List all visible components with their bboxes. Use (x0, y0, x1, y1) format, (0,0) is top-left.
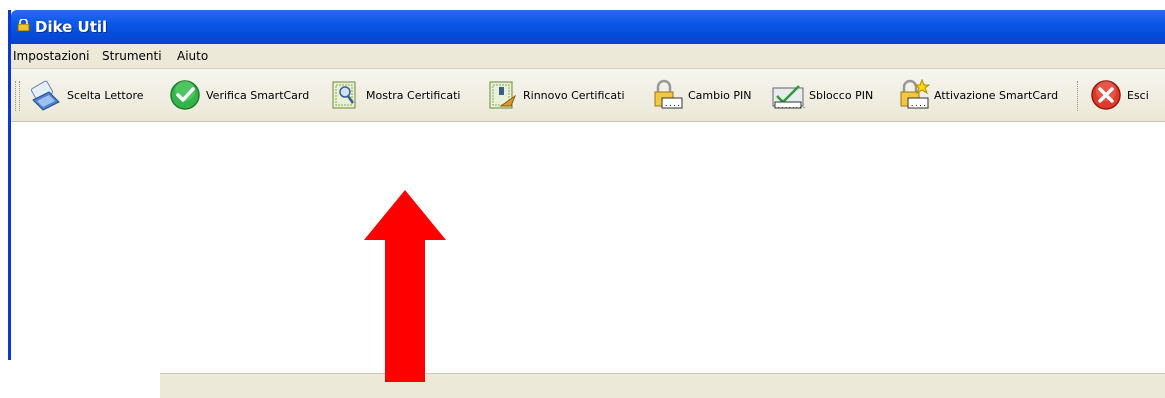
svg-text:.........: ......... (777, 103, 805, 110)
sblocco-pin-label: Sblocco PIN (809, 88, 874, 102)
window-title: Dike Util (35, 18, 108, 36)
attivazione-smartcard-button[interactable]: .... Attivazione SmartCard (896, 77, 1058, 113)
rinnovo-certificati-label: Rinnovo Certificati (523, 88, 625, 102)
pin-activate-icon: .... (900, 78, 930, 109)
pin-lock-icon: .... (654, 79, 683, 109)
menu-impostazioni[interactable]: Impostazioni (13, 49, 89, 63)
esci-button[interactable]: Esci (1089, 77, 1149, 113)
scelta-lettore-label: Scelta Lettore (67, 88, 144, 102)
esci-label: Esci (1127, 88, 1149, 102)
rinnovo-certificati-button[interactable]: Rinnovo Certificati (485, 77, 625, 113)
main-content-area (11, 122, 1165, 360)
menu-bar: Impostazioni Strumenti Aiuto (11, 44, 1165, 69)
status-bar (160, 373, 1165, 398)
exit-icon (1091, 80, 1121, 110)
menu-strumenti[interactable]: Strumenti (102, 49, 162, 63)
scelta-lettore-button[interactable]: Scelta Lettore (29, 77, 144, 113)
cambio-pin-button[interactable]: .... Cambio PIN (650, 77, 752, 113)
app-lock-icon (17, 19, 30, 31)
attivazione-smartcard-label: Attivazione SmartCard (934, 88, 1059, 102)
pin-unlock-icon: ......... (772, 85, 805, 110)
cambio-pin-label: Cambio PIN (688, 88, 752, 102)
title-bar[interactable]: Dike Util (11, 10, 1165, 44)
mostra-certificati-label: Mostra Certificati (366, 88, 461, 102)
certificate-magnifier-icon (332, 81, 356, 109)
svg-text:....: .... (664, 100, 681, 108)
certificate-renew-icon (489, 81, 517, 109)
green-check-icon (170, 80, 200, 110)
mostra-certificati-button[interactable]: Mostra Certificati (328, 77, 460, 113)
sblocco-pin-button[interactable]: ......... Sblocco PIN (771, 77, 873, 113)
menu-aiuto[interactable]: Aiuto (177, 49, 208, 63)
toolbar-separator (1077, 81, 1080, 111)
verifica-smartcard-button[interactable]: Verifica SmartCard (168, 77, 309, 113)
verifica-smartcard-label: Verifica SmartCard (206, 88, 310, 102)
card-reader-icon (30, 80, 60, 111)
toolbar: Scelta Lettore Verifica SmartCard Mostra… (11, 69, 1165, 122)
app-window: Dike Util Impostazioni Strumenti Aiuto S… (8, 10, 1165, 360)
toolbar-grip[interactable] (15, 81, 20, 111)
svg-text:....: .... (910, 100, 927, 108)
red-annotation-arrow (364, 190, 446, 382)
